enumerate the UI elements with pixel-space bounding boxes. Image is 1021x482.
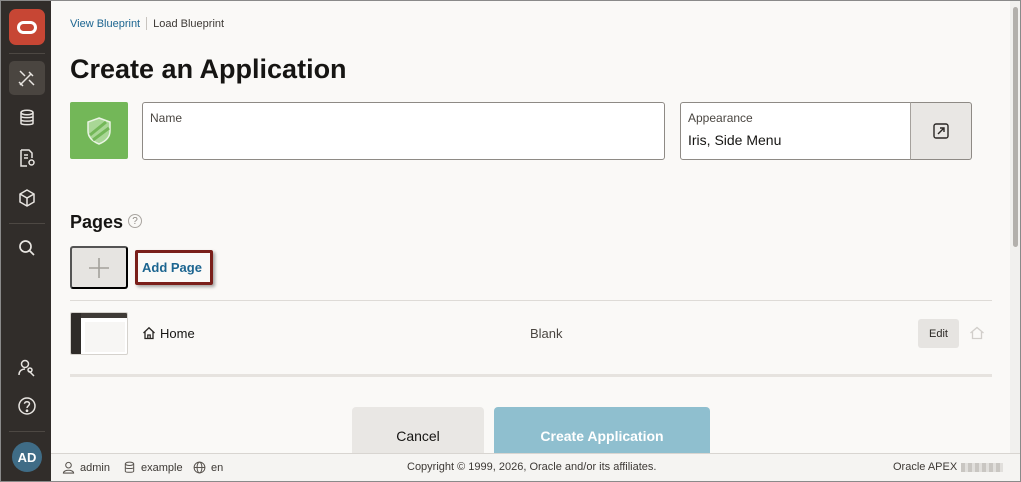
gallery-icon[interactable] (9, 181, 45, 215)
shield-icon (87, 116, 111, 145)
footer-product-name: Oracle APEX (893, 461, 958, 473)
view-blueprint-link[interactable]: View Blueprint (70, 18, 140, 30)
breadcrumb: View Blueprint Load Blueprint (70, 17, 224, 30)
home-icon (143, 326, 155, 340)
open-settings-icon (933, 123, 949, 139)
app-icon-button[interactable] (70, 102, 128, 159)
pages-section-title: Pages (70, 212, 124, 232)
globe-icon (193, 461, 206, 474)
breadcrumb-separator (146, 17, 148, 30)
footer-username: admin (80, 461, 110, 474)
edit-page-button[interactable]: Edit (918, 319, 959, 348)
create-application-button[interactable]: Create Application (494, 407, 710, 457)
footer-version-redacted (961, 462, 1004, 472)
footer-language[interactable]: en (193, 461, 223, 474)
pages-divider-top (70, 300, 992, 301)
user-avatar[interactable]: AD (12, 442, 42, 472)
footer-product: Oracle APEX (893, 461, 1004, 473)
page-name[interactable]: Home (160, 326, 195, 341)
plus-icon (89, 257, 109, 278)
sql-workshop-icon[interactable] (9, 101, 45, 135)
team-development-icon[interactable] (9, 141, 45, 175)
footer-user[interactable]: admin (62, 461, 110, 474)
cancel-button-label: Cancel (396, 428, 440, 444)
footer-workspace[interactable]: example (123, 461, 183, 474)
help-icon[interactable] (9, 389, 45, 423)
database-icon (124, 461, 135, 473)
nav-rail: AD (1, 1, 51, 481)
page-type: Blank (530, 326, 563, 341)
add-page-tile[interactable] (70, 246, 128, 289)
page-title: Create an Application (70, 54, 347, 84)
appearance-field[interactable]: Appearance Iris, Side Menu (680, 102, 911, 160)
app-builder-icon[interactable] (9, 61, 45, 95)
footer-language-code: en (211, 461, 224, 474)
create-button-label: Create Application (540, 428, 664, 444)
appearance-settings-button[interactable] (910, 102, 972, 160)
footer: admin example en Copyright © 1999, 2026,… (51, 453, 1020, 481)
scrollbar-thumb[interactable] (1013, 7, 1018, 247)
nav-separator (9, 431, 45, 432)
pages-divider-bottom (70, 374, 992, 377)
cancel-button[interactable]: Cancel (352, 407, 484, 457)
add-page-link[interactable]: Add Page (142, 260, 202, 275)
name-field-label: Name (150, 111, 183, 125)
appearance-value: Iris, Side Menu (688, 132, 782, 148)
nav-separator (9, 223, 45, 224)
page-thumbnail[interactable] (70, 312, 128, 355)
administration-icon[interactable] (9, 351, 45, 385)
appearance-field-label: Appearance (688, 111, 753, 125)
search-icon[interactable] (9, 231, 45, 265)
name-input[interactable] (150, 131, 655, 153)
vertical-scrollbar[interactable] (1010, 1, 1020, 453)
set-home-icon[interactable] (969, 326, 985, 340)
pages-help-icon[interactable]: ? (128, 214, 142, 228)
oracle-logo-icon[interactable] (9, 9, 45, 45)
nav-separator (9, 53, 45, 54)
user-icon (62, 461, 75, 474)
load-blueprint-link[interactable]: Load Blueprint (153, 18, 224, 30)
footer-workspace-name: example (141, 461, 183, 474)
footer-copyright: Copyright © 1999, 2026, Oracle and/or it… (407, 461, 657, 473)
name-field[interactable]: Name (142, 102, 665, 160)
